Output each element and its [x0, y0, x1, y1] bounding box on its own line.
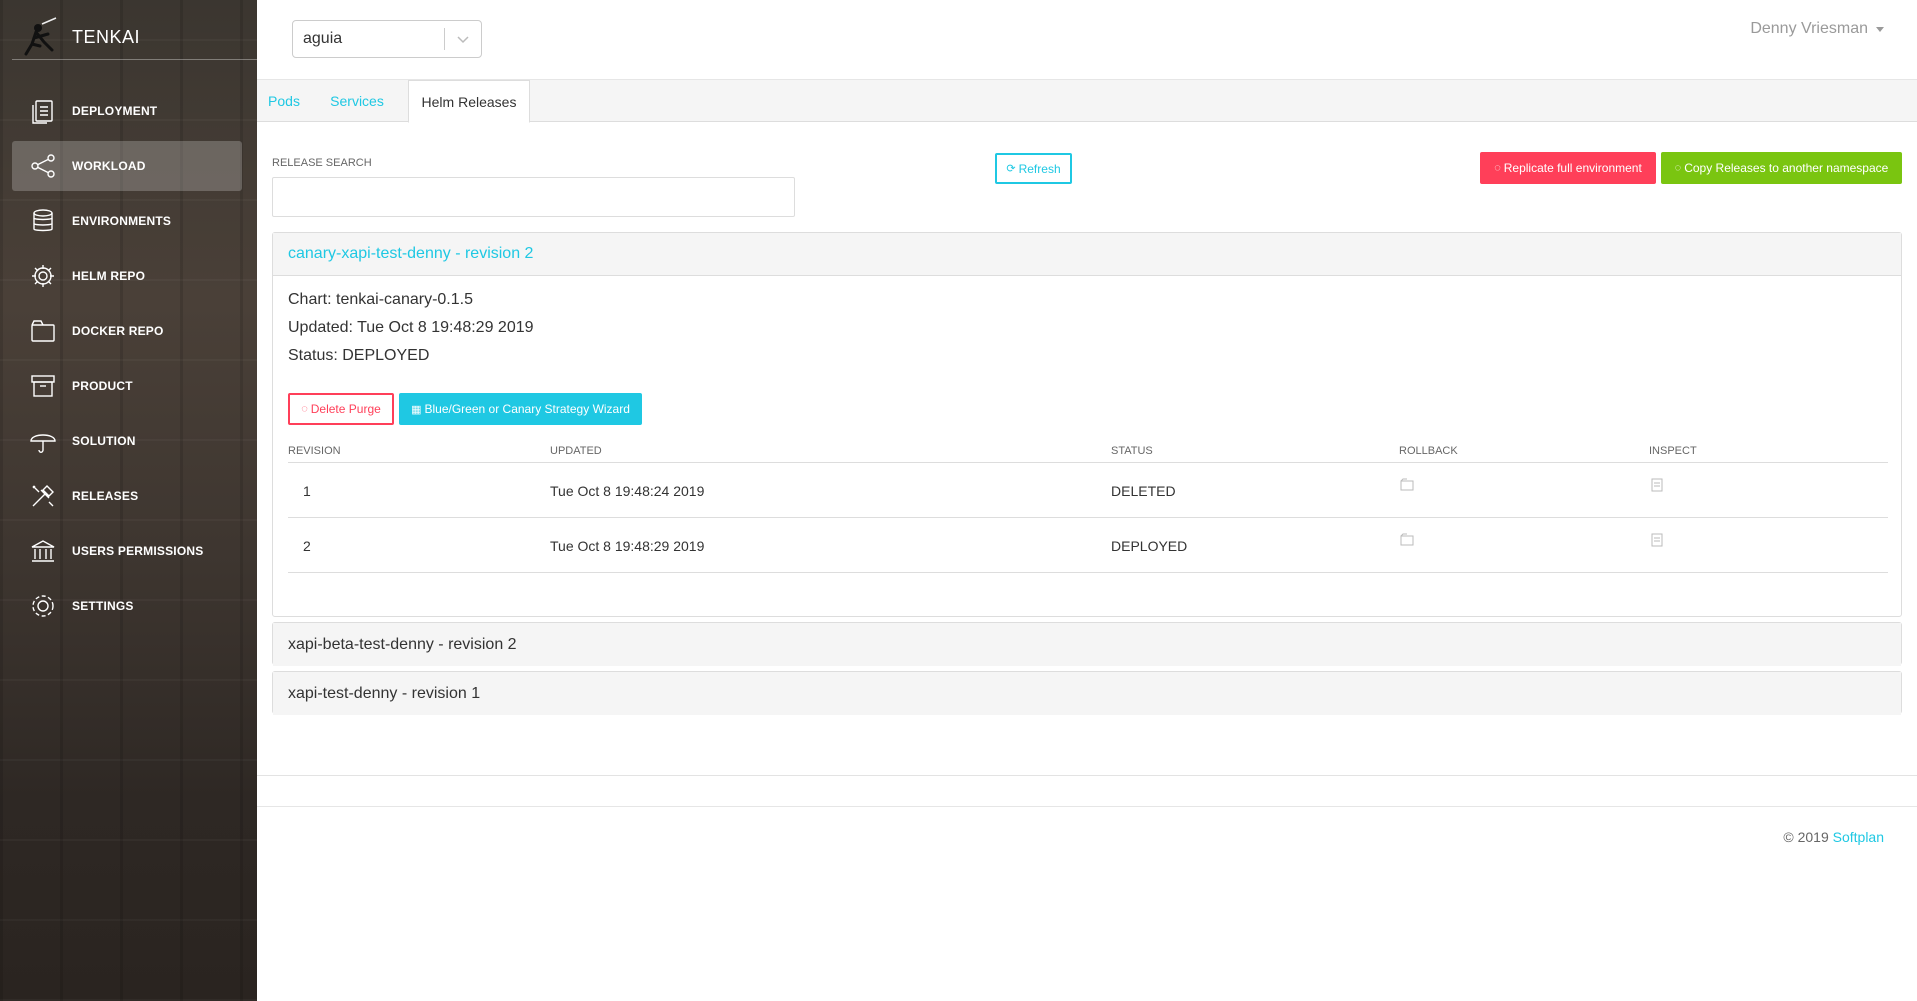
status-cell: DEPLOYED: [1111, 538, 1188, 554]
release-chart: Chart: tenkai-canary-0.1.5: [288, 291, 473, 308]
tab-services[interactable]: Services: [311, 80, 403, 122]
rollback-icon[interactable]: [1399, 532, 1415, 548]
revision-cell: 1: [303, 483, 311, 499]
sidebar-item-label: DOCKER REPO: [72, 324, 164, 338]
sidebar-item-solution[interactable]: SOLUTION: [12, 416, 242, 466]
sidebar-item-product[interactable]: PRODUCT: [12, 361, 242, 411]
refresh-icon: ⟳: [1006, 163, 1016, 175]
refresh-button[interactable]: ⟳ Refresh: [995, 153, 1072, 184]
release-status: Status: DEPLOYED: [288, 347, 430, 364]
release-panel: xapi-test-denny - revision 1: [272, 671, 1902, 715]
company-link[interactable]: Softplan: [1833, 829, 1884, 845]
delete-purge-button[interactable]: ◌ Delete Purge: [288, 393, 394, 425]
content-card: Pods Services Helm Releases RELEASE SEAR…: [257, 80, 1917, 776]
main-area: aguia Denny Vriesman Pods Services Helm …: [257, 0, 1917, 1001]
brand-divider: [12, 59, 257, 60]
ninja-logo-icon: [24, 17, 57, 56]
updated-cell: Tue Oct 8 19:48:24 2019: [550, 483, 705, 499]
user-name: Denny Vriesman: [1750, 20, 1868, 37]
sidebar-item-releases[interactable]: RELEASES: [12, 471, 242, 521]
refresh-label: Refresh: [1018, 161, 1061, 176]
footer: © 2019 Softplan: [257, 806, 1917, 1001]
revision-table: REVISION UPDATED STATUS ROLLBACK INSPECT…: [288, 439, 1888, 573]
sidebar-item-helm-repo[interactable]: HELM REPO: [12, 251, 242, 301]
tools-icon: [28, 481, 58, 511]
circle-icon: ◌: [1674, 162, 1682, 174]
gear-icon: [28, 261, 58, 291]
release-panel-title[interactable]: xapi-beta-test-denny - revision 2: [273, 623, 1901, 666]
column-rollback: ROLLBACK: [1399, 445, 1458, 457]
user-menu[interactable]: Denny Vriesman: [1750, 20, 1884, 38]
release-panel-title[interactable]: xapi-test-denny - revision 1: [273, 672, 1901, 715]
sidebar-nav: DEPLOYMENT WORKLOAD ENVIRONMENTS HELM RE…: [12, 86, 242, 636]
sidebar-item-label: SOLUTION: [72, 434, 136, 448]
tab-pods[interactable]: Pods: [257, 80, 311, 122]
column-status: STATUS: [1111, 445, 1153, 457]
copyright-text: © 2019: [1783, 829, 1829, 845]
bank-icon: [28, 536, 58, 566]
circle-icon: ◌: [301, 403, 308, 415]
sidebar-item-label: HELM REPO: [72, 269, 146, 283]
sidebar-item-workload[interactable]: WORKLOAD: [12, 141, 242, 191]
sidebar-item-label: ENVIRONMENTS: [72, 214, 172, 228]
inspect-icon[interactable]: [1649, 477, 1665, 493]
sidebar-item-label: USERS PERMISSIONS: [72, 544, 204, 558]
sidebar-item-settings[interactable]: SETTINGS: [12, 581, 242, 631]
release-search-input[interactable]: [272, 177, 795, 217]
archive-box-icon: [28, 371, 58, 401]
column-inspect: INSPECT: [1649, 445, 1697, 457]
namespace-select[interactable]: aguia: [292, 20, 482, 58]
top-bar: aguia Denny Vriesman: [257, 0, 1917, 80]
sidebar-item-docker-repo[interactable]: DOCKER REPO: [12, 306, 242, 356]
grid-icon: ▦: [411, 403, 422, 416]
copy-label: Copy Releases to another namespace: [1684, 161, 1889, 175]
share-nodes-icon: [28, 151, 58, 181]
rollback-icon[interactable]: [1399, 477, 1415, 493]
search-label: RELEASE SEARCH: [272, 157, 372, 169]
copy-releases-button[interactable]: ◌ Copy Releases to another namespace: [1661, 152, 1902, 184]
release-updated: Updated: Tue Oct 8 19:48:29 2019: [288, 319, 534, 336]
column-revision: REVISION: [288, 445, 341, 457]
tab-bar: Pods Services Helm Releases: [257, 80, 1917, 123]
sidebar-item-deployment[interactable]: DEPLOYMENT: [12, 86, 242, 136]
sidebar-item-label: SETTINGS: [72, 599, 134, 613]
chevron-down-icon[interactable]: [445, 32, 481, 46]
column-updated: UPDATED: [550, 445, 602, 457]
caret-down-icon: [1876, 26, 1884, 32]
revision-cell: 2: [303, 538, 311, 554]
tab-helm-releases[interactable]: Helm Releases: [408, 80, 530, 123]
sidebar-item-environments[interactable]: ENVIRONMENTS: [12, 196, 242, 246]
release-panel: canary-xapi-test-denny - revision 2 Char…: [272, 232, 1902, 617]
cog-icon: [28, 591, 58, 621]
app-title: TENKAI: [72, 26, 141, 47]
strategy-wizard-button[interactable]: ▦ Blue/Green or Canary Strategy Wizard: [399, 393, 642, 425]
umbrella-icon: [28, 426, 58, 456]
brand[interactable]: TENKAI: [18, 14, 140, 60]
sidebar-item-label: WORKLOAD: [72, 159, 146, 173]
strategy-wizard-label: Blue/Green or Canary Strategy Wizard: [424, 402, 630, 416]
sidebar-item-users-permissions[interactable]: USERS PERMISSIONS: [12, 526, 242, 576]
namespace-value: aguia: [303, 30, 343, 47]
release-panel: xapi-beta-test-denny - revision 2: [272, 622, 1902, 666]
table-row: 2 Tue Oct 8 19:48:29 2019 DEPLOYED: [288, 518, 1888, 573]
replicate-environment-button[interactable]: ◌ Replicate full environment: [1480, 152, 1656, 184]
table-header: REVISION UPDATED STATUS ROLLBACK INSPECT: [288, 439, 1888, 463]
delete-purge-label: Delete Purge: [310, 402, 381, 416]
release-panel-title[interactable]: canary-xapi-test-denny - revision 2: [273, 233, 1901, 276]
table-row: 1 Tue Oct 8 19:48:24 2019 DELETED: [288, 463, 1888, 518]
status-cell: DELETED: [1111, 483, 1176, 499]
updated-cell: Tue Oct 8 19:48:29 2019: [550, 538, 705, 554]
inspect-icon[interactable]: [1649, 532, 1665, 548]
circle-icon: ◌: [1494, 162, 1501, 174]
sidebar-item-label: PRODUCT: [72, 379, 133, 393]
copyright: © 2019 Softplan: [1783, 829, 1884, 845]
folder-icon: [28, 316, 58, 346]
database-icon: [28, 206, 58, 236]
sidebar-item-label: DEPLOYMENT: [72, 104, 158, 118]
sidebar: TENKAI DEPLOYMENT WORKLOAD ENVIRONMENTS …: [0, 0, 257, 1001]
replicate-label: Replicate full environment: [1503, 161, 1642, 175]
document-stack-icon: [28, 96, 58, 126]
sidebar-item-label: RELEASES: [72, 489, 139, 503]
